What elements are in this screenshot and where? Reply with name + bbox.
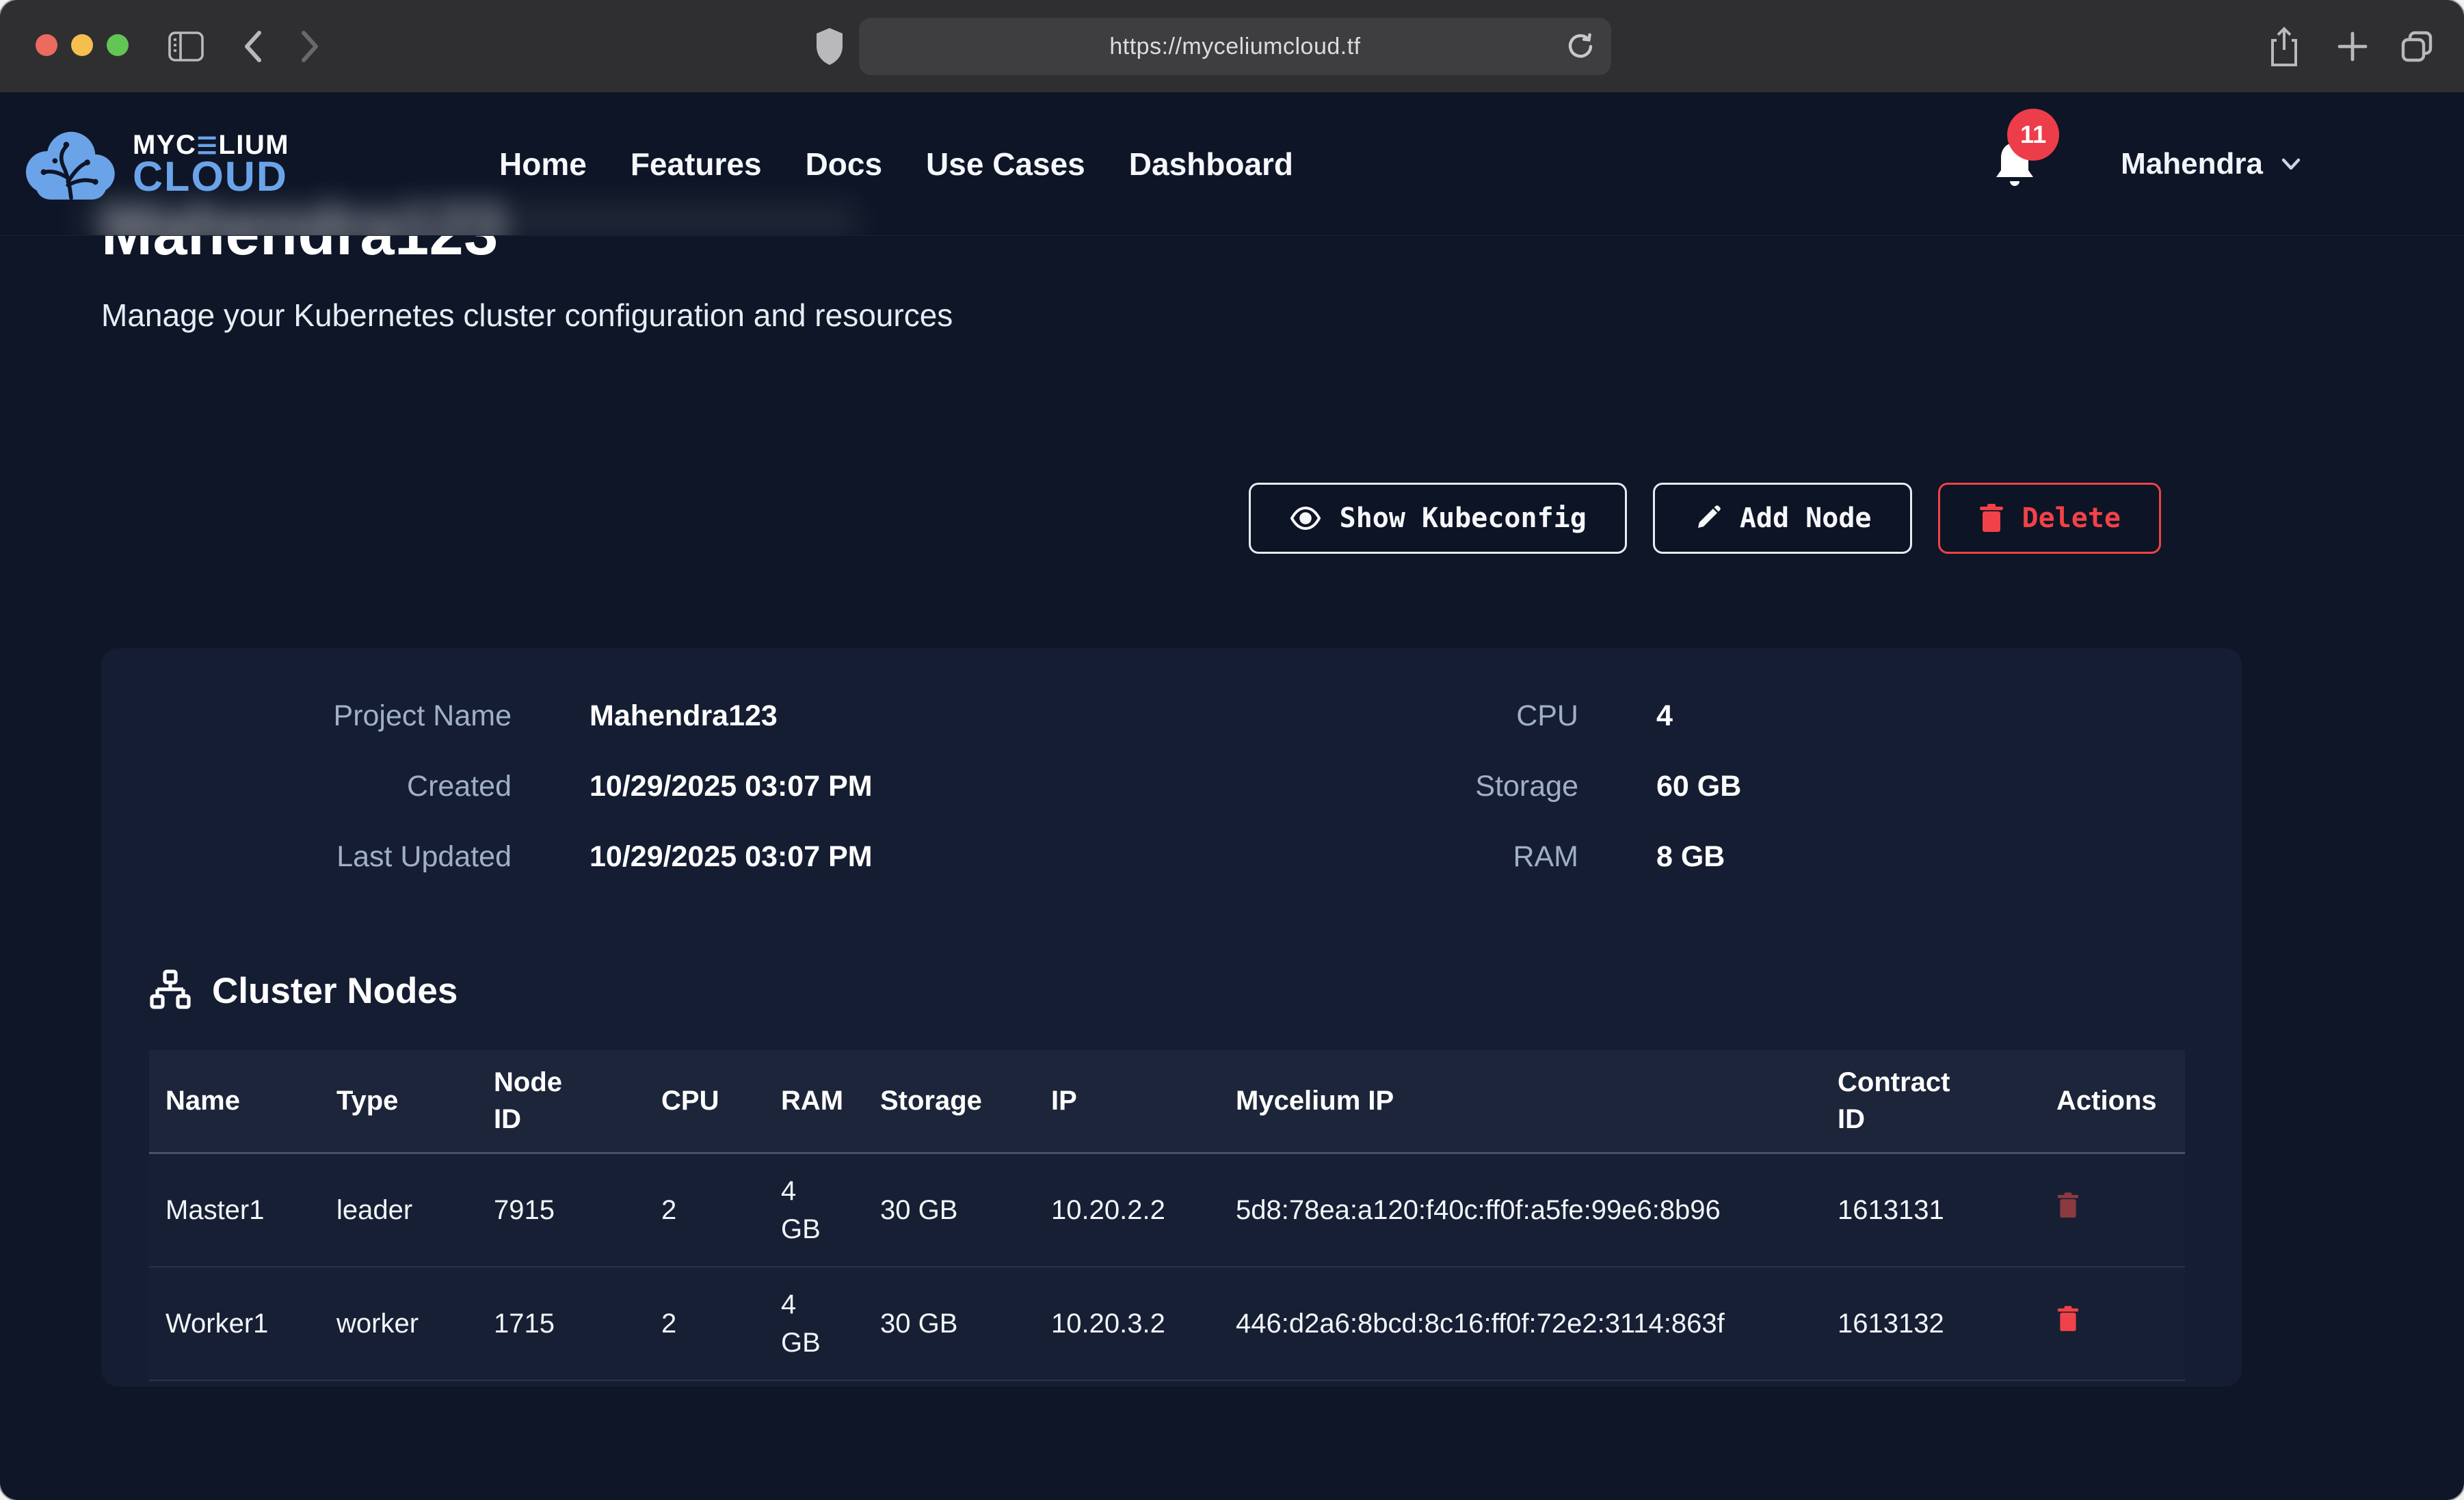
trash-icon xyxy=(2056,1305,2080,1332)
forward-button[interactable] xyxy=(293,0,327,92)
project-name-label: Project Name xyxy=(149,699,512,733)
cell-cpu: 2 xyxy=(645,1267,765,1380)
show-kubeconfig-label: Show Kubeconfig xyxy=(1340,503,1587,534)
cluster-nodes-heading: Cluster Nodes xyxy=(149,969,2185,1012)
project-name-value: Mahendra123 xyxy=(512,699,1277,733)
network-nodes-icon xyxy=(149,969,191,1012)
nav-right: 11 Mahendra xyxy=(1991,92,2301,236)
col-actions: Actions xyxy=(2040,1050,2185,1153)
cell-name: Master1 xyxy=(149,1153,320,1267)
page-content: Mahendra123 Manage your Kubernetes clust… xyxy=(0,199,2464,1387)
browser-window: https://myceliumcloud.tf Mahendra123 xyxy=(0,0,2464,1500)
nav-link-docs[interactable]: Docs xyxy=(806,146,882,183)
pencil-icon xyxy=(1693,504,1722,533)
col-ram: RAM xyxy=(765,1050,864,1153)
address-bar[interactable]: https://myceliumcloud.tf xyxy=(859,18,1611,75)
table-row: Worker1 worker 1715 2 4 GB 30 GB 10.20.3… xyxy=(149,1267,2185,1380)
notification-count-badge: 11 xyxy=(2007,109,2059,161)
cloud-logo-icon xyxy=(19,124,123,204)
add-node-button[interactable]: Add Node xyxy=(1653,483,1912,554)
nav-link-features[interactable]: Features xyxy=(631,146,762,183)
cell-ram: 4 GB xyxy=(765,1153,864,1267)
user-name: Mahendra xyxy=(2121,147,2263,181)
delete-cluster-button[interactable]: Delete xyxy=(1938,483,2162,554)
cell-ip: 10.20.2.2 xyxy=(1035,1153,1219,1267)
table-header-row: Name Type Node ID CPU RAM Storage IP Myc… xyxy=(149,1050,2185,1153)
reload-icon[interactable] xyxy=(1562,18,1599,75)
cluster-nodes-title: Cluster Nodes xyxy=(212,970,458,1012)
delete-label: Delete xyxy=(2022,503,2121,534)
cluster-actions-row: Show Kubeconfig Add Node Delete xyxy=(101,483,2161,554)
cell-mycelium-ip: 446:d2a6:8bcd:8c16:ff0f:72e2:3114:863f xyxy=(1219,1267,1821,1380)
add-node-label: Add Node xyxy=(1740,503,1872,534)
cell-storage: 30 GB xyxy=(864,1267,1035,1380)
last-updated-label: Last Updated xyxy=(149,840,512,874)
privacy-shield-icon[interactable] xyxy=(812,0,847,92)
tab-overview-icon[interactable] xyxy=(2398,0,2436,92)
page-subtitle: Manage your Kubernetes cluster configura… xyxy=(101,297,2242,334)
cell-type: leader xyxy=(320,1153,477,1267)
cell-storage: 30 GB xyxy=(864,1153,1035,1267)
col-type: Type xyxy=(320,1050,477,1153)
cell-name: Worker1 xyxy=(149,1267,320,1380)
col-ip: IP xyxy=(1035,1050,1219,1153)
created-label: Created xyxy=(149,770,512,803)
cell-type: worker xyxy=(320,1267,477,1380)
last-updated-value: 10/29/2025 03:07 PM xyxy=(512,840,1277,874)
storage-label: Storage xyxy=(1277,770,1578,803)
nav-links: Home Features Docs Use Cases Dashboard xyxy=(499,92,1293,236)
delete-node-button[interactable] xyxy=(2056,1305,2080,1335)
nav-link-home[interactable]: Home xyxy=(499,146,587,183)
cluster-details-card: Project Name Mahendra123 CPU 4 Created 1… xyxy=(101,648,2242,1387)
user-menu[interactable]: Mahendra xyxy=(2121,147,2301,181)
cell-contract-id: 1613132 xyxy=(1821,1267,2040,1380)
share-icon[interactable] xyxy=(2265,0,2303,92)
col-name: Name xyxy=(149,1050,320,1153)
trash-icon xyxy=(2056,1192,2080,1219)
created-value: 10/29/2025 03:07 PM xyxy=(512,770,1277,803)
col-contract-id: Contract ID xyxy=(1821,1050,2040,1153)
site-navbar: Mahendra123 MYC☰LIUM CLOUD xyxy=(0,92,2464,236)
col-mycelium-ip: Mycelium IP xyxy=(1219,1050,1821,1153)
cell-contract-id: 1613131 xyxy=(1821,1153,2040,1267)
url-text: https://myceliumcloud.tf xyxy=(1109,34,1360,60)
cell-ram: 4 GB xyxy=(765,1267,864,1380)
notifications-bell[interactable]: 11 xyxy=(1991,137,2039,191)
trash-icon xyxy=(1978,503,2004,533)
table-row: Master1 leader 7915 2 4 GB 30 GB 10.20.2… xyxy=(149,1153,2185,1267)
browser-chrome: https://myceliumcloud.tf xyxy=(0,0,2464,92)
cell-node-id: 1715 xyxy=(477,1267,645,1380)
eye-icon xyxy=(1289,502,1322,535)
mycelium-cloud-logo[interactable]: MYC☰LIUM CLOUD xyxy=(19,92,289,236)
close-window-button[interactable] xyxy=(36,34,57,56)
nav-link-dashboard[interactable]: Dashboard xyxy=(1129,146,1293,183)
col-cpu: CPU xyxy=(645,1050,765,1153)
col-storage: Storage xyxy=(864,1050,1035,1153)
cell-actions xyxy=(2040,1267,2185,1380)
cluster-nodes-table: Name Type Node ID CPU RAM Storage IP Myc… xyxy=(149,1050,2185,1381)
ram-value: 8 GB xyxy=(1578,840,2185,874)
cell-actions xyxy=(2040,1153,2185,1267)
nav-link-use-cases[interactable]: Use Cases xyxy=(926,146,1085,183)
cell-mycelium-ip: 5d8:78ea:a120:f40c:ff0f:a5fe:99e6:8b96 xyxy=(1219,1153,1821,1267)
logo-text: MYC☰LIUM CLOUD xyxy=(133,131,289,198)
chevron-down-icon xyxy=(2281,157,2301,171)
show-kubeconfig-button[interactable]: Show Kubeconfig xyxy=(1249,483,1627,554)
delete-node-button[interactable] xyxy=(2056,1192,2080,1221)
minimize-window-button[interactable] xyxy=(71,34,93,56)
project-info-grid: Project Name Mahendra123 CPU 4 Created 1… xyxy=(149,699,2185,874)
new-tab-icon[interactable] xyxy=(2333,0,2372,92)
cpu-value: 4 xyxy=(1578,699,2185,733)
back-button[interactable] xyxy=(236,0,270,92)
storage-value: 60 GB xyxy=(1578,770,2185,803)
zoom-window-button[interactable] xyxy=(107,34,129,56)
sidebar-toggle-icon[interactable] xyxy=(165,0,207,92)
cell-node-id: 7915 xyxy=(477,1153,645,1267)
ram-label: RAM xyxy=(1277,840,1578,874)
cell-cpu: 2 xyxy=(645,1153,765,1267)
cell-ip: 10.20.3.2 xyxy=(1035,1267,1219,1380)
cpu-label: CPU xyxy=(1277,699,1578,733)
col-node-id: Node ID xyxy=(477,1050,645,1153)
